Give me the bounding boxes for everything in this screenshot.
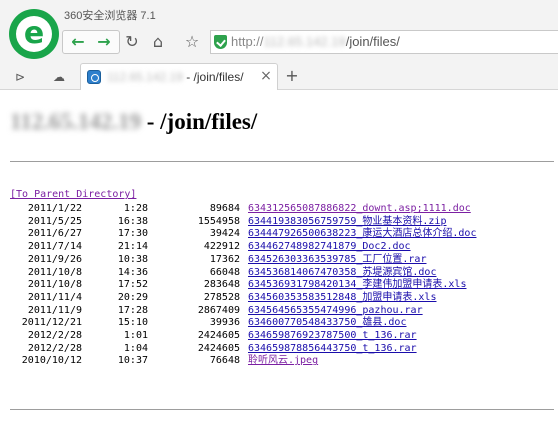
file-link[interactable]: 634560353583512848_加盟申请表.xls: [248, 291, 436, 304]
file-size: 39936: [209, 317, 240, 329]
file-date: 2011/6/27: [27, 228, 82, 240]
file-size: 2867409: [197, 304, 240, 316]
file-link[interactable]: 634536814067470358_苏堤源宾馆.doc: [248, 266, 436, 279]
file-date: 2011/10/8: [27, 279, 82, 291]
file-size: 278528: [203, 291, 240, 303]
tab-title-suffix: - /join/files/: [182, 70, 244, 84]
file-size: 17362: [209, 253, 240, 265]
file-date: 2011/9/26: [27, 253, 82, 265]
page-title: 112.65.142.19 - /join/files/: [10, 109, 257, 135]
file-time: 15:10: [117, 317, 148, 329]
file-size: 2424605: [197, 330, 240, 341]
favorite-button[interactable]: ☆: [180, 31, 204, 53]
file-size: 39424: [209, 228, 240, 240]
file-time: 10:37: [117, 355, 148, 367]
file-time: 17:52: [117, 279, 148, 291]
file-link[interactable]: 634536931798420134_李建伟加盟申请表.xls: [248, 278, 466, 291]
cloud-icon[interactable]: ☁: [49, 68, 69, 86]
browser-chrome: e 360安全浏览器 7.1 ← → ↻ ⌂ ☆ http://112.65.1…: [0, 0, 558, 90]
file-link[interactable]: 634312565087886822_downt.asp;1111.doc: [248, 202, 471, 215]
file-time: 14:36: [117, 266, 148, 278]
file-size: 1554958: [197, 215, 240, 227]
file-time: 1:04: [123, 342, 148, 354]
file-link[interactable]: 634600770548433750_雄县.doc: [248, 316, 406, 329]
app-title: 360安全浏览器 7.1: [64, 10, 156, 22]
file-date: 2011/1/22: [27, 203, 82, 214]
file-link[interactable]: 聆听风云.jpeg: [248, 354, 318, 367]
file-link[interactable]: 634447926500638223_康运大酒店总体介绍.doc: [248, 227, 476, 240]
file-size: 89684: [209, 203, 240, 214]
tab-title-host: 112.65.142.19: [107, 70, 183, 84]
tab-active[interactable]: 112.65.142.19 - /join/files/ ×: [80, 63, 278, 90]
file-size: 76648: [209, 355, 240, 367]
file-date: 2011/12/21: [21, 317, 82, 329]
file-time: 21:14: [117, 241, 148, 253]
forward-button[interactable]: →: [92, 31, 116, 53]
file-link[interactable]: 634659878856443750_t_136.rar: [248, 342, 417, 355]
home-button[interactable]: ⌂: [146, 31, 170, 53]
file-date: 2011/7/14: [27, 241, 82, 253]
url-text[interactable]: http://112.65.142.19/join/files/: [231, 34, 400, 49]
file-date: 2012/2/28: [27, 330, 82, 341]
file-time: 1:28: [123, 203, 148, 214]
url-scheme: http://: [231, 34, 264, 49]
file-time: 10:38: [117, 253, 148, 265]
close-tab-button[interactable]: ×: [259, 68, 273, 84]
sidebar-toggle-icon[interactable]: ⊳: [10, 68, 30, 86]
file-link[interactable]: 634526303363539785_工厂位置.rar: [248, 253, 426, 266]
file-size: 66048: [209, 266, 240, 278]
file-date: 2011/11/9: [27, 304, 82, 316]
url-path: /join/files/: [345, 34, 400, 49]
parent-directory-link[interactable]: [To Parent Directory]: [10, 189, 136, 200]
security-shield-icon[interactable]: [214, 35, 227, 49]
page-title-path: - /join/files/: [140, 109, 258, 134]
back-button[interactable]: ←: [66, 31, 90, 53]
reload-button[interactable]: ↻: [120, 31, 144, 53]
page-favicon-icon: [87, 70, 101, 84]
page-title-host: 112.65.142.19: [10, 109, 141, 134]
file-time: 16:38: [117, 215, 148, 227]
file-link[interactable]: 634659876923787500_t_136.rar: [248, 329, 417, 342]
browser-logo-icon: e: [9, 9, 59, 59]
file-size: 2424605: [197, 342, 240, 354]
file-time: 17:28: [117, 304, 148, 316]
file-size: 283648: [203, 279, 240, 291]
tab-title: 112.65.142.19 - /join/files/: [107, 70, 244, 84]
file-date: 2010/10/12: [21, 355, 82, 367]
divider-bottom: [10, 409, 554, 410]
file-link[interactable]: 634462748982741879_Doc2.doc: [248, 240, 411, 253]
new-tab-button[interactable]: +: [284, 66, 300, 85]
file-date: 2011/10/8: [27, 266, 82, 278]
file-time: 17:30: [117, 228, 148, 240]
file-date: 2011/11/4: [27, 291, 82, 303]
file-link[interactable]: 634419383056759759_物业基本资料.zip: [248, 215, 446, 228]
file-time: 20:29: [117, 291, 148, 303]
divider-top: [10, 161, 554, 162]
file-date: 2012/2/28: [27, 342, 82, 354]
url-host: 112.65.142.19: [263, 34, 346, 49]
file-date: 2011/5/25: [27, 215, 82, 227]
file-size: 422912: [203, 241, 240, 253]
file-link[interactable]: 634564565355474996_pazhou.rar: [248, 304, 423, 317]
file-time: 1:01: [123, 330, 148, 341]
